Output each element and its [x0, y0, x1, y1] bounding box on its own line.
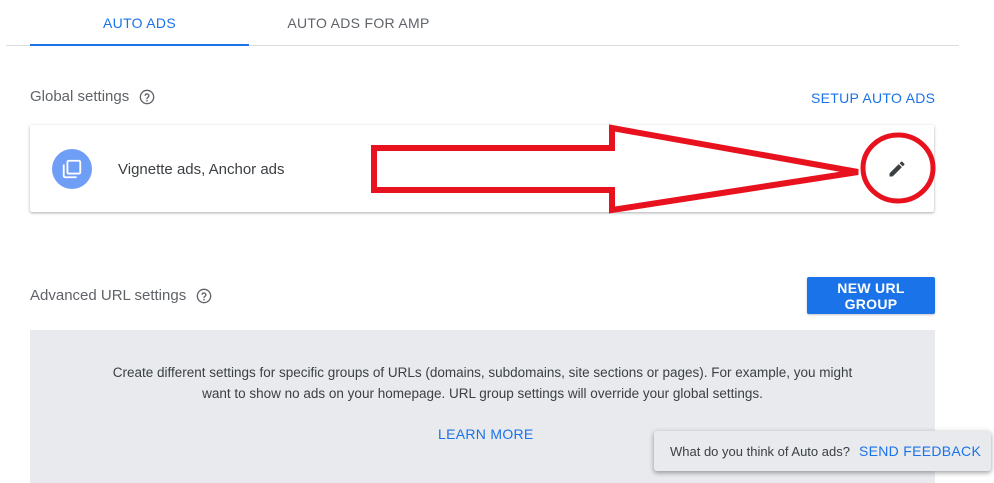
setup-auto-ads-link[interactable]: SETUP AUTO ADS: [811, 90, 935, 106]
send-feedback-link[interactable]: SEND FEEDBACK: [859, 443, 981, 459]
ad-formats-icon: [52, 149, 92, 189]
advanced-url-settings-title: Advanced URL settings: [30, 287, 187, 304]
tab-auto-ads[interactable]: AUTO ADS: [30, 0, 249, 46]
global-settings-header: Global settings: [30, 88, 155, 105]
pencil-icon: [889, 161, 905, 177]
tab-bar: AUTO ADS AUTO ADS FOR AMP: [6, 0, 959, 46]
url-groups-description: Create different settings for specific g…: [112, 365, 853, 401]
global-settings-title: Global settings: [30, 88, 130, 105]
tab-auto-ads-for-amp[interactable]: AUTO ADS FOR AMP: [249, 0, 468, 45]
feedback-snackbar: What do you think of Auto ads? SEND FEED…: [654, 431, 991, 471]
new-url-group-button[interactable]: NEW URL GROUP: [807, 277, 935, 314]
ad-formats-label: Vignette ads, Anchor ads: [118, 161, 285, 178]
edit-global-settings-button[interactable]: [883, 155, 911, 183]
feedback-question: What do you think of Auto ads?: [670, 443, 850, 459]
help-circle-icon[interactable]: [139, 89, 155, 105]
advanced-url-settings-header: Advanced URL settings: [30, 287, 212, 304]
learn-more-link[interactable]: LEARN MORE: [438, 426, 534, 442]
help-circle-icon[interactable]: [196, 288, 212, 304]
global-settings-card[interactable]: Vignette ads, Anchor ads: [30, 125, 934, 212]
auto-ads-page: AUTO ADS AUTO ADS FOR AMP Global setting…: [0, 0, 994, 483]
